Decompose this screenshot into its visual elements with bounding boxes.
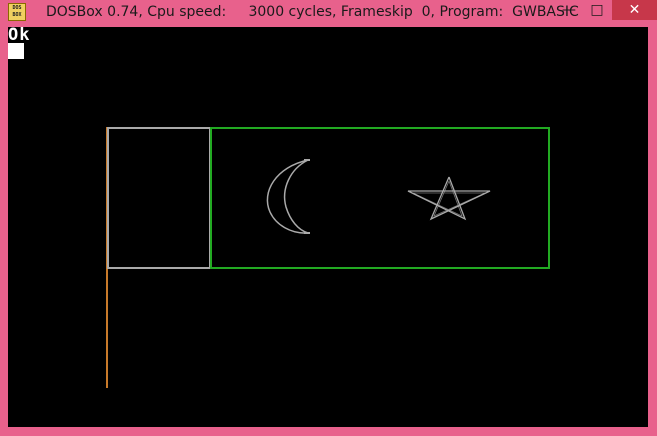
window-title: DOSBox 0.74, Cpu speed: 3000 cycles, Fra… [46,4,579,20]
dosbox-icon[interactable]: DOS BOX [8,3,26,21]
graphics-canvas [106,127,550,388]
star-icon [407,176,491,221]
close-button[interactable]: ✕ [612,0,657,20]
minimize-button[interactable]: — [555,0,583,20]
dos-screen[interactable]: Ok [8,27,648,427]
maximize-button[interactable]: □ [583,0,611,20]
title-bar[interactable]: DOS BOX DOSBox 0.74, Cpu speed: 3000 cycl… [0,0,657,26]
flag-field-box [210,127,550,269]
dosbox-window: DOS BOX DOSBox 0.74, Cpu speed: 3000 cycl… [0,0,657,436]
flag-hoist-box [107,127,211,269]
crescent-icon [266,159,310,234]
